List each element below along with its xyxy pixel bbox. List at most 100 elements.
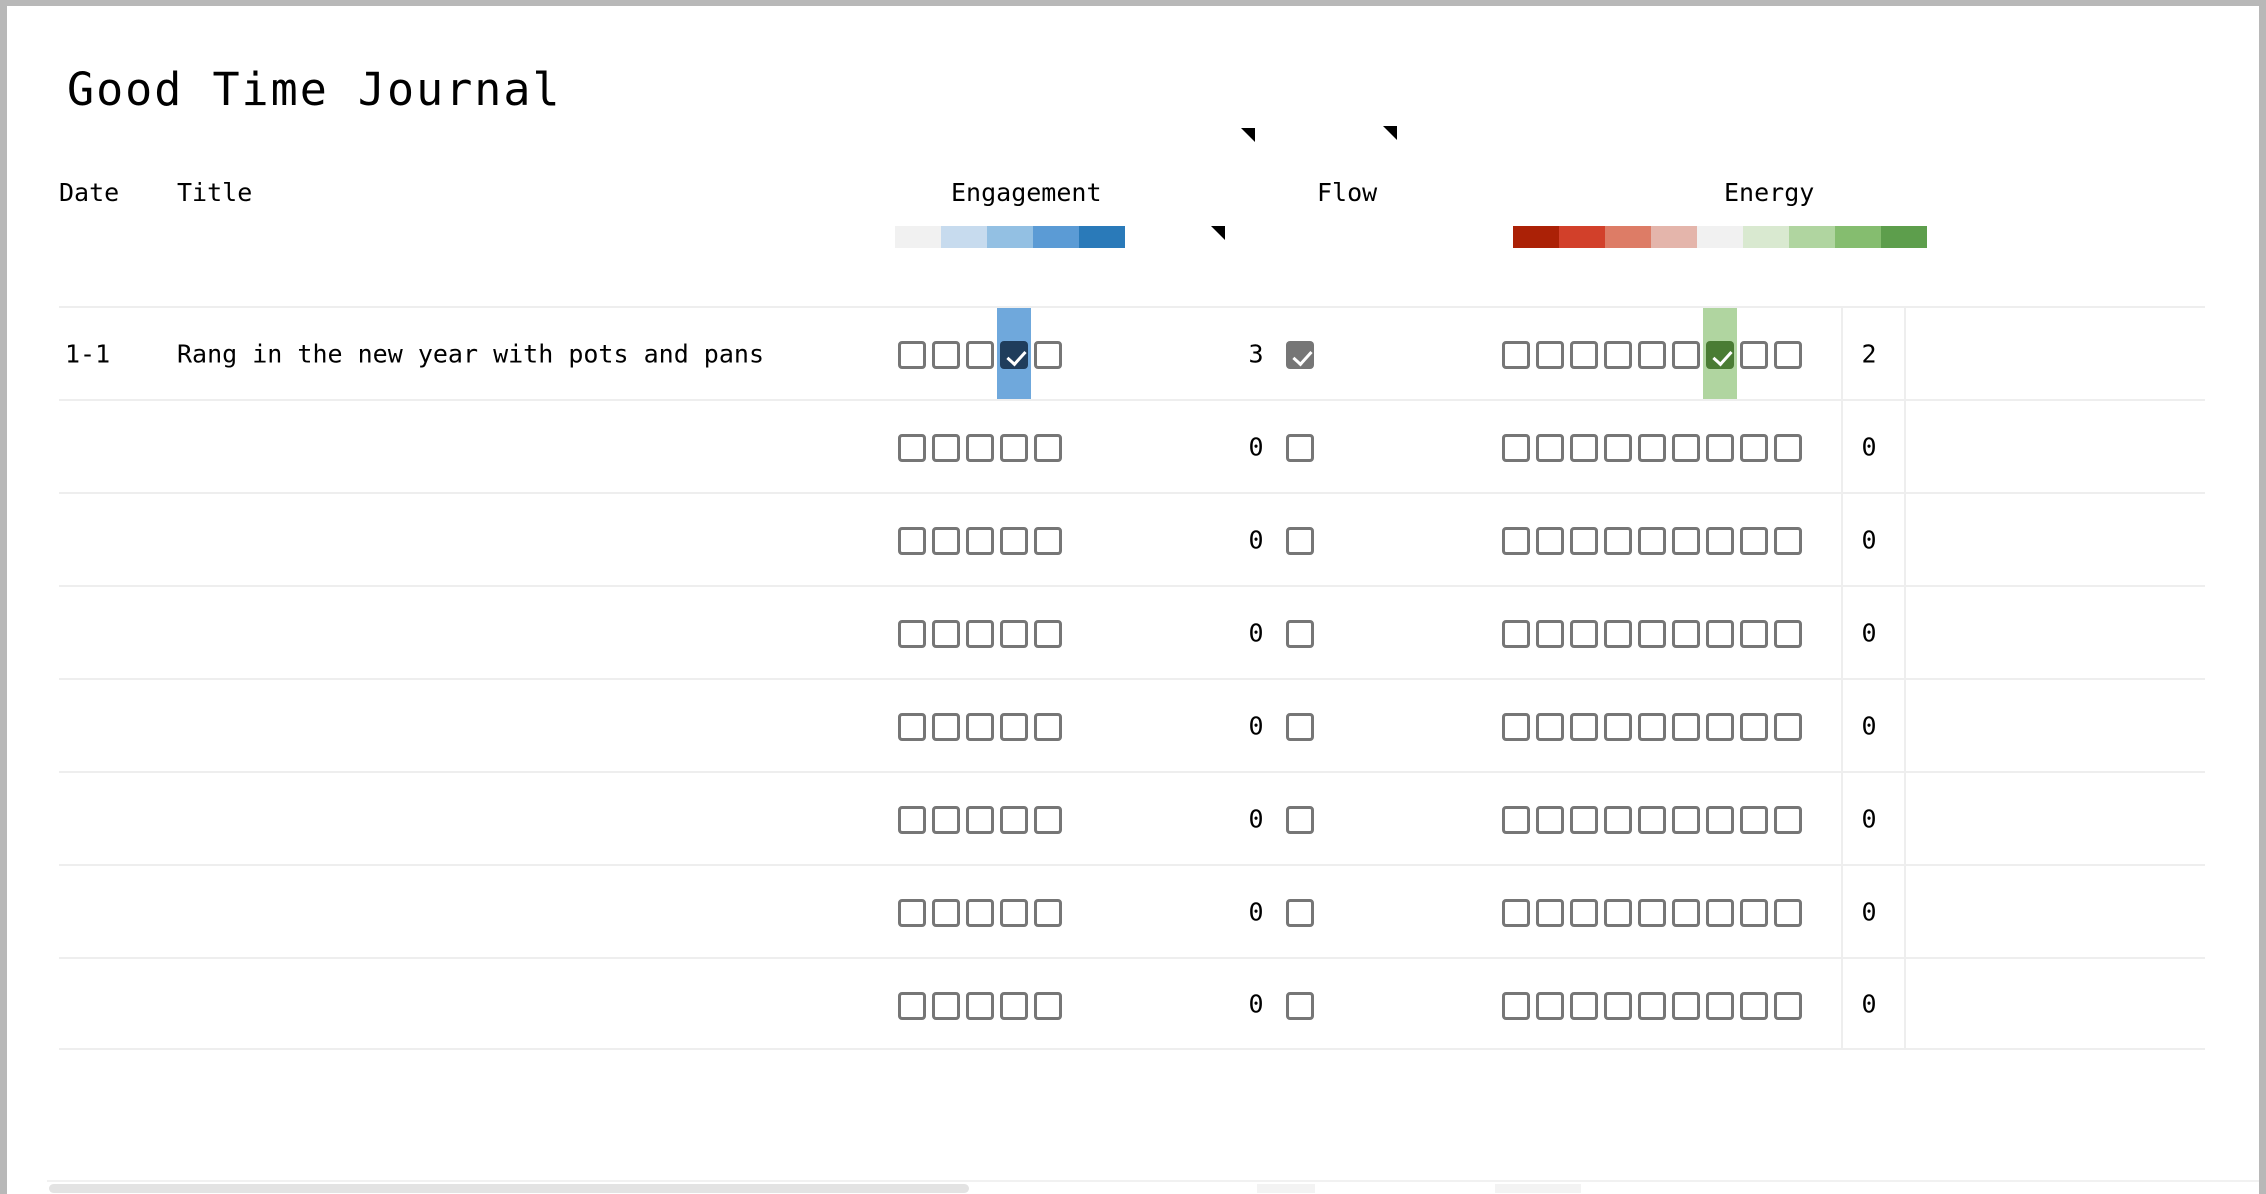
checkbox-cell[interactable] (1669, 773, 1703, 866)
checkbox-cell[interactable] (1499, 959, 1533, 1052)
checkbox-unchecked[interactable] (1536, 991, 1564, 1020)
checkbox-cell[interactable] (1601, 866, 1635, 959)
checkbox-cell[interactable] (1635, 401, 1669, 494)
checkbox-cell[interactable] (1703, 401, 1737, 494)
checkbox-cell[interactable] (963, 866, 997, 959)
checkbox-cell[interactable] (1669, 866, 1703, 959)
checkbox-cell[interactable] (1567, 866, 1601, 959)
checkbox-cell[interactable] (1283, 773, 1317, 866)
checkbox-cell[interactable] (997, 308, 1031, 401)
checkbox-cell[interactable] (1771, 494, 1805, 587)
checkbox-cell[interactable] (1771, 959, 1805, 1052)
checkbox-cell[interactable] (1601, 308, 1635, 401)
checkbox-cell[interactable] (929, 773, 963, 866)
checkbox-cell[interactable] (963, 959, 997, 1052)
checkbox-cell[interactable] (997, 401, 1031, 494)
checkbox-cell[interactable] (1567, 680, 1601, 773)
checkbox-unchecked[interactable] (1502, 898, 1530, 927)
checkbox-cell[interactable] (1567, 959, 1601, 1052)
checkbox-cell[interactable] (963, 401, 997, 494)
checkbox-cell[interactable] (1703, 866, 1737, 959)
table-row[interactable]: 00 (59, 585, 2205, 678)
checkbox-cell[interactable] (997, 680, 1031, 773)
checkbox-unchecked[interactable] (1604, 991, 1632, 1020)
checkbox-unchecked[interactable] (1034, 805, 1062, 834)
checkbox-cell[interactable] (963, 773, 997, 866)
checkbox-cell[interactable] (1031, 866, 1065, 959)
checkbox-unchecked[interactable] (1706, 805, 1734, 834)
checkbox-cell[interactable] (1703, 959, 1737, 1052)
checkbox-unchecked[interactable] (1774, 433, 1802, 462)
checkbox-unchecked[interactable] (1706, 712, 1734, 741)
checkbox-unchecked[interactable] (932, 340, 960, 369)
checkbox-cell[interactable] (963, 680, 997, 773)
checkbox-cell[interactable] (1283, 308, 1317, 401)
checkbox-cell[interactable] (1031, 494, 1065, 587)
checkbox-unchecked[interactable] (1740, 805, 1768, 834)
checkbox-cell[interactable] (1499, 401, 1533, 494)
checkbox-cell[interactable] (997, 587, 1031, 680)
checkbox-cell[interactable] (1031, 773, 1065, 866)
checkbox-unchecked[interactable] (1604, 619, 1632, 648)
checkbox-unchecked[interactable] (1604, 340, 1632, 369)
checkbox-unchecked[interactable] (1740, 433, 1768, 462)
checkbox-unchecked[interactable] (1502, 526, 1530, 555)
checkbox-unchecked[interactable] (1286, 805, 1314, 834)
checkbox-unchecked[interactable] (898, 433, 926, 462)
checkbox-cell[interactable] (997, 866, 1031, 959)
checkbox-unchecked[interactable] (1774, 526, 1802, 555)
table-row[interactable]: 00 (59, 492, 2205, 585)
checkbox-unchecked[interactable] (1286, 991, 1314, 1020)
checkbox-unchecked[interactable] (898, 991, 926, 1020)
cell-title[interactable]: Rang in the new year with pots and pans (177, 339, 764, 368)
checkbox-unchecked[interactable] (1706, 526, 1734, 555)
checkbox-unchecked[interactable] (898, 619, 926, 648)
checkbox-cell[interactable] (1737, 959, 1771, 1052)
checkbox-unchecked[interactable] (1000, 433, 1028, 462)
checkbox-unchecked[interactable] (1706, 898, 1734, 927)
checkbox-unchecked[interactable] (1604, 526, 1632, 555)
table-row[interactable]: 00 (59, 957, 2205, 1050)
checkbox-cell[interactable] (1533, 401, 1567, 494)
checkbox-unchecked[interactable] (1034, 619, 1062, 648)
checkbox-checked[interactable] (1000, 340, 1028, 369)
checkbox-cell[interactable] (997, 773, 1031, 866)
checkbox-cell[interactable] (1567, 494, 1601, 587)
checkbox-cell[interactable] (1499, 308, 1533, 401)
checkbox-unchecked[interactable] (1536, 433, 1564, 462)
checkbox-cell[interactable] (1635, 680, 1669, 773)
checkbox-unchecked[interactable] (1638, 619, 1666, 648)
checkbox-cell[interactable] (1669, 587, 1703, 680)
checkbox-unchecked[interactable] (1706, 619, 1734, 648)
checkbox-unchecked[interactable] (932, 526, 960, 555)
checkbox-unchecked[interactable] (1570, 898, 1598, 927)
checkbox-cell[interactable] (1567, 401, 1601, 494)
checkbox-unchecked[interactable] (966, 712, 994, 741)
checkbox-cell[interactable] (895, 494, 929, 587)
checkbox-cell[interactable] (1031, 959, 1065, 1052)
checkbox-cell[interactable] (1737, 866, 1771, 959)
checkbox-cell[interactable] (1533, 959, 1567, 1052)
checkbox-unchecked[interactable] (1536, 898, 1564, 927)
checkbox-unchecked[interactable] (1536, 712, 1564, 741)
checkbox-unchecked[interactable] (966, 433, 994, 462)
checkbox-unchecked[interactable] (1000, 526, 1028, 555)
checkbox-cell[interactable] (929, 959, 963, 1052)
checkbox-cell[interactable] (1601, 773, 1635, 866)
checkbox-cell[interactable] (1737, 308, 1771, 401)
checkbox-cell[interactable] (929, 494, 963, 587)
checkbox-unchecked[interactable] (1570, 433, 1598, 462)
checkbox-cell[interactable] (1567, 587, 1601, 680)
checkbox-unchecked[interactable] (932, 805, 960, 834)
checkbox-cell[interactable] (1703, 494, 1737, 587)
checkbox-cell[interactable] (1601, 587, 1635, 680)
checkbox-unchecked[interactable] (1502, 433, 1530, 462)
checkbox-cell[interactable] (1533, 680, 1567, 773)
checkbox-cell[interactable] (1635, 866, 1669, 959)
checkbox-unchecked[interactable] (1286, 433, 1314, 462)
checkbox-cell[interactable] (1635, 308, 1669, 401)
checkbox-unchecked[interactable] (898, 898, 926, 927)
checkbox-cell[interactable] (895, 680, 929, 773)
checkbox-cell[interactable] (895, 959, 929, 1052)
checkbox-unchecked[interactable] (966, 526, 994, 555)
